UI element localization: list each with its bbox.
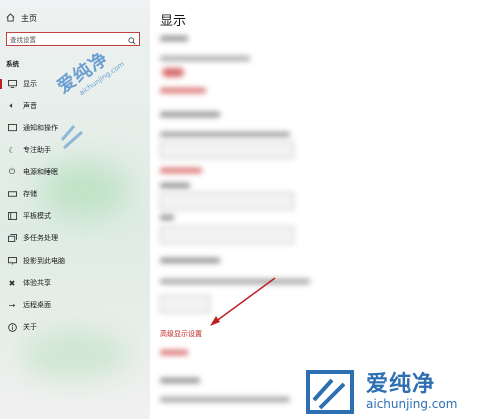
sidebar-item-label: 电源和睡眠 [23, 168, 58, 176]
watermark-url: aichunjing.com [366, 397, 458, 411]
sidebar-item-label: 远程桌面 [23, 301, 51, 309]
sidebar-item-label: 多任务处理 [23, 234, 58, 242]
sidebar-item-tablet-mode[interactable]: 平板模式 [0, 208, 150, 224]
power-icon: ⏻ [8, 167, 16, 176]
search-icon[interactable] [128, 30, 136, 49]
sidebar-item-remote-desktop[interactable]: → 远程桌面 [0, 297, 150, 313]
moon-icon: ☾ [8, 145, 16, 155]
info-icon [6, 321, 18, 333]
sidebar-item-shared-experiences[interactable]: ✖ 体验共享 [0, 275, 150, 291]
remote-icon: → [8, 300, 16, 310]
watermark-logo-icon [60, 125, 83, 150]
sidebar-item-power-sleep[interactable]: ⏻ 电源和睡眠 [0, 164, 150, 180]
sidebar-item-label: 关于 [23, 323, 37, 331]
watermark-logo-icon [300, 368, 360, 416]
sidebar: 主页 查找设置 系统 显示 🔈︎ 声音 通知和操作 ☾ 专注助手 ⏻ 电源和睡眠… [0, 0, 150, 419]
sidebar-item-storage[interactable]: 存储 [0, 186, 150, 202]
speaker-icon: 🔈︎ [9, 101, 15, 110]
share-icon: ✖ [8, 278, 16, 288]
tablet-icon [6, 210, 18, 222]
sidebar-item-label: 投影到此电脑 [23, 257, 65, 265]
watermark-sidebar: 爱纯净 aichunjing.com [51, 39, 126, 105]
home-link[interactable]: 主页 [6, 13, 37, 24]
watermark-bottom: 爱纯净 aichunjing.com [300, 365, 500, 419]
project-icon [6, 255, 18, 267]
search-box[interactable]: 查找设置 [6, 32, 140, 46]
watermark-text: 爱纯净 [366, 372, 436, 397]
sidebar-item-label: 体验共享 [23, 279, 51, 287]
sidebar-item-label: 专注助手 [23, 146, 51, 154]
sidebar-item-label: 声音 [23, 102, 37, 110]
storage-icon [6, 188, 18, 200]
monitor-icon [6, 78, 18, 90]
multitask-icon [6, 232, 18, 244]
sidebar-item-about[interactable]: 关于 [0, 319, 150, 335]
sidebar-item-multitasking[interactable]: 多任务处理 [0, 230, 150, 246]
section-title: 系统 [6, 60, 19, 68]
home-icon [6, 13, 15, 24]
search-input[interactable]: 查找设置 [10, 34, 36, 44]
home-label: 主页 [21, 14, 37, 23]
background-blur [20, 330, 130, 380]
main-panel: 显示 高级显示设置 [150, 0, 500, 419]
sidebar-item-label: 显示 [23, 80, 37, 88]
sidebar-item-label: 平板模式 [23, 212, 51, 220]
sidebar-item-label: 存储 [23, 190, 37, 198]
sidebar-item-label: 通知和操作 [23, 124, 58, 132]
sidebar-item-project[interactable]: 投影到此电脑 [0, 253, 150, 269]
notification-icon [6, 122, 18, 134]
annotation-arrow [210, 277, 276, 326]
